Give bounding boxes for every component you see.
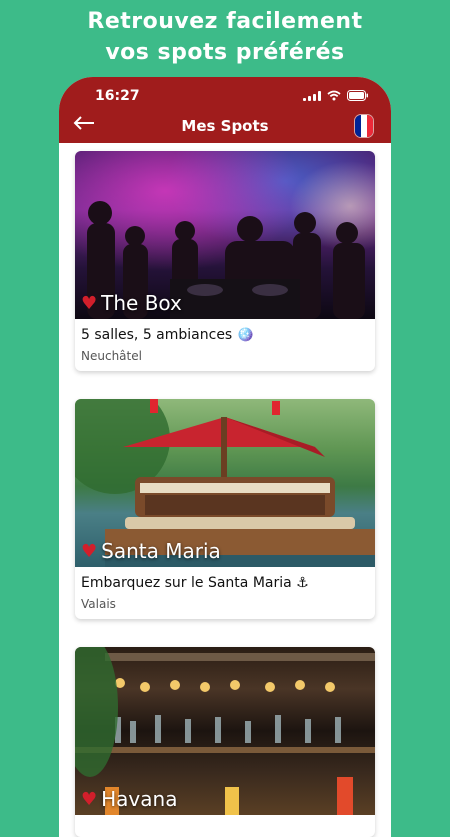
- flag-stripe-red: [367, 115, 373, 137]
- spot-description: Embarquez sur le Santa Maria ⚓: [81, 575, 309, 591]
- spot-name-text: Havana: [101, 787, 178, 811]
- status-time: 16:27: [95, 88, 140, 104]
- promo-line-1: Retrouvez facilement: [87, 9, 363, 34]
- spot-name: ♥ Santa Maria: [81, 539, 221, 563]
- spot-photo-nightclub: ♥ The Box: [75, 151, 375, 319]
- spot-name-text: The Box: [101, 291, 182, 315]
- spot-card-havana[interactable]: ♥ Havana: [75, 647, 375, 837]
- spot-name: ♥ Havana: [81, 787, 177, 811]
- spot-photo-bar: ♥ Havana: [75, 647, 375, 815]
- spot-card-santa-maria[interactable]: ♥ Santa Maria Embarquez sur le Santa Mar…: [75, 399, 375, 619]
- signal-icon: [303, 90, 321, 101]
- heart-icon[interactable]: ♥: [81, 541, 97, 562]
- wifi-icon: [327, 90, 341, 101]
- promo-line-2: vos spots préférés: [105, 40, 345, 65]
- heart-icon[interactable]: ♥: [81, 293, 97, 314]
- spot-description: 5 salles, 5 ambiances 🪩: [81, 327, 255, 343]
- spot-photo-boat: ♥ Santa Maria: [75, 399, 375, 567]
- promo-headline: Retrouvez facilement vos spots préférés: [0, 6, 450, 68]
- status-icons: [303, 90, 369, 101]
- page-title: Mes Spots: [181, 117, 269, 135]
- spot-description: [75, 815, 375, 827]
- spots-list[interactable]: ♥ The Box 5 salles, 5 ambiances 🪩 Neuchâ…: [59, 143, 391, 837]
- spot-name-text: Santa Maria: [101, 539, 221, 563]
- heart-icon[interactable]: ♥: [81, 789, 97, 810]
- phone-frame: 16:27 Mes Spots ♥ The Box 5 salles, 5 am…: [59, 77, 391, 837]
- spot-card-the-box[interactable]: ♥ The Box 5 salles, 5 ambiances 🪩 Neuchâ…: [75, 151, 375, 371]
- battery-icon: [347, 90, 369, 101]
- spot-location: Neuchâtel: [81, 349, 142, 363]
- spot-location: Valais: [81, 597, 116, 611]
- app-bar: 16:27 Mes Spots: [59, 77, 391, 143]
- france-flag-icon[interactable]: [355, 115, 373, 137]
- spot-location: [75, 827, 375, 837]
- spot-name: ♥ The Box: [81, 291, 182, 315]
